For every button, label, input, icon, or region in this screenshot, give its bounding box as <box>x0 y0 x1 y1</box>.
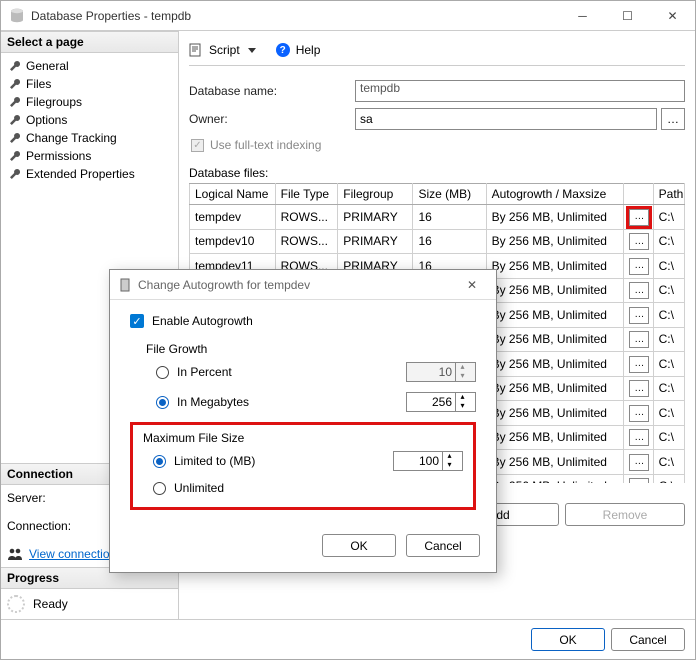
column-header[interactable]: Autogrowth / Maxsize <box>486 184 624 205</box>
autogrowth-edit-button[interactable]: … <box>629 429 649 446</box>
limited-radio[interactable] <box>153 455 166 468</box>
column-header[interactable]: Path <box>653 184 684 205</box>
script-dropdown-icon[interactable] <box>248 48 256 53</box>
megabytes-radio[interactable] <box>156 396 169 409</box>
autogrowth-edit-button[interactable]: … <box>629 356 649 373</box>
sidebar-item-files[interactable]: Files <box>5 75 174 93</box>
column-header[interactable]: Size (MB) <box>413 184 486 205</box>
sidebar-item-filegroups[interactable]: Filegroups <box>5 93 174 111</box>
window-title: Database Properties - tempdb <box>31 9 560 23</box>
limited-label: Limited to (MB) <box>174 454 255 468</box>
dialog-title: Change Autogrowth for tempdev <box>138 278 310 292</box>
maxsize-label: Maximum File Size <box>143 431 463 445</box>
owner-label: Owner: <box>189 112 355 126</box>
progress-status: Ready <box>33 597 68 611</box>
script-button[interactable]: Script <box>209 43 240 57</box>
enable-autogrowth-checkbox[interactable]: ✓ <box>130 314 144 328</box>
owner-field[interactable] <box>355 108 657 130</box>
ok-button[interactable]: OK <box>531 628 605 651</box>
dialog-bottom-bar: OK Cancel <box>1 619 695 659</box>
select-page-header: Select a page <box>1 31 178 53</box>
progress-spinner-icon <box>7 595 25 613</box>
wrench-icon <box>9 150 21 162</box>
progress-panel: Ready <box>1 589 178 619</box>
percent-input: ▴▾ <box>406 362 476 382</box>
autogrowth-edit-button[interactable]: … <box>629 405 649 422</box>
wrench-icon <box>9 60 21 72</box>
sidebar-item-general[interactable]: General <box>5 57 174 75</box>
autogrowth-edit-button[interactable]: … <box>629 331 649 348</box>
toolbar: Script ? Help <box>189 39 685 66</box>
sidebar-item-extended-properties[interactable]: Extended Properties <box>5 165 174 183</box>
column-header[interactable]: Logical Name <box>190 184 276 205</box>
unlimited-label: Unlimited <box>174 481 224 495</box>
maxsize-highlight-box: Maximum File Size Limited to (MB) ▴▾ Unl… <box>130 422 476 510</box>
spin-down-icon[interactable]: ▾ <box>455 402 469 411</box>
owner-browse-button[interactable]: … <box>661 108 685 130</box>
megabytes-label: In Megabytes <box>177 395 249 409</box>
main-window: Database Properties - tempdb ─ ☐ ✕ Selec… <box>0 0 696 660</box>
unlimited-radio[interactable] <box>153 482 166 495</box>
autogrowth-edit-button[interactable]: … <box>629 478 649 483</box>
autogrowth-edit-button[interactable]: … <box>629 233 649 250</box>
title-bar: Database Properties - tempdb ─ ☐ ✕ <box>1 1 695 31</box>
remove-button[interactable]: Remove <box>565 503 685 526</box>
cancel-button[interactable]: Cancel <box>611 628 685 651</box>
sidebar-item-options[interactable]: Options <box>5 111 174 129</box>
database-icon <box>9 8 25 24</box>
help-button[interactable]: Help <box>296 43 321 57</box>
percent-label: In Percent <box>177 365 232 379</box>
files-label: Database files: <box>189 166 685 180</box>
limited-input[interactable]: ▴▾ <box>393 451 463 471</box>
autogrowth-edit-button[interactable]: … <box>629 454 649 471</box>
autogrowth-edit-button[interactable]: … <box>629 380 649 397</box>
spin-down-icon[interactable]: ▾ <box>442 461 456 470</box>
table-row[interactable]: tempdevROWS...PRIMARY16By 256 MB, Unlimi… <box>190 205 685 230</box>
megabytes-input[interactable]: ▴▾ <box>406 392 476 412</box>
table-row[interactable]: tempdev10ROWS...PRIMARY16By 256 MB, Unli… <box>190 229 685 254</box>
dialog-ok-button[interactable]: OK <box>322 534 396 557</box>
column-header[interactable]: File Type <box>275 184 338 205</box>
enable-autogrowth-label: Enable Autogrowth <box>152 314 253 328</box>
spin-down-icon: ▾ <box>455 372 469 381</box>
window-buttons: ─ ☐ ✕ <box>560 1 695 31</box>
database-icon <box>118 278 132 292</box>
maximize-button[interactable]: ☐ <box>605 1 650 31</box>
fulltext-checkbox: ✓ <box>191 139 204 152</box>
autogrowth-edit-button[interactable]: … <box>629 258 649 275</box>
page-list: GeneralFilesFilegroupsOptionsChange Trac… <box>1 53 178 187</box>
file-growth-label: File Growth <box>146 342 476 356</box>
dialog-cancel-button[interactable]: Cancel <box>406 534 480 557</box>
help-icon[interactable]: ? <box>276 43 290 57</box>
close-button[interactable]: ✕ <box>650 1 695 31</box>
dialog-close-button[interactable]: ✕ <box>452 278 492 292</box>
dbname-label: Database name: <box>189 84 355 98</box>
dialog-title-bar: Change Autogrowth for tempdev ✕ <box>110 270 496 300</box>
wrench-icon <box>9 132 21 144</box>
percent-radio[interactable] <box>156 366 169 379</box>
autogrowth-edit-button[interactable]: … <box>629 307 649 324</box>
minimize-button[interactable]: ─ <box>560 1 605 31</box>
view-connection-link[interactable]: View connection <box>29 547 116 561</box>
fulltext-row: ✓ Use full-text indexing <box>191 138 685 152</box>
autogrowth-edit-button[interactable]: … <box>629 209 649 226</box>
column-header[interactable] <box>624 184 653 205</box>
script-icon <box>189 43 203 57</box>
wrench-icon <box>9 168 21 180</box>
dbname-field: tempdb <box>355 80 685 102</box>
column-header[interactable]: Filegroup <box>338 184 413 205</box>
sidebar-item-change-tracking[interactable]: Change Tracking <box>5 129 174 147</box>
sidebar-item-permissions[interactable]: Permissions <box>5 147 174 165</box>
autogrowth-edit-button[interactable]: … <box>629 282 649 299</box>
autogrowth-dialog: Change Autogrowth for tempdev ✕ ✓ Enable… <box>109 269 497 573</box>
wrench-icon <box>9 96 21 108</box>
wrench-icon <box>9 114 21 126</box>
fulltext-label: Use full-text indexing <box>210 138 321 152</box>
wrench-icon <box>9 78 21 90</box>
people-icon <box>7 547 23 561</box>
